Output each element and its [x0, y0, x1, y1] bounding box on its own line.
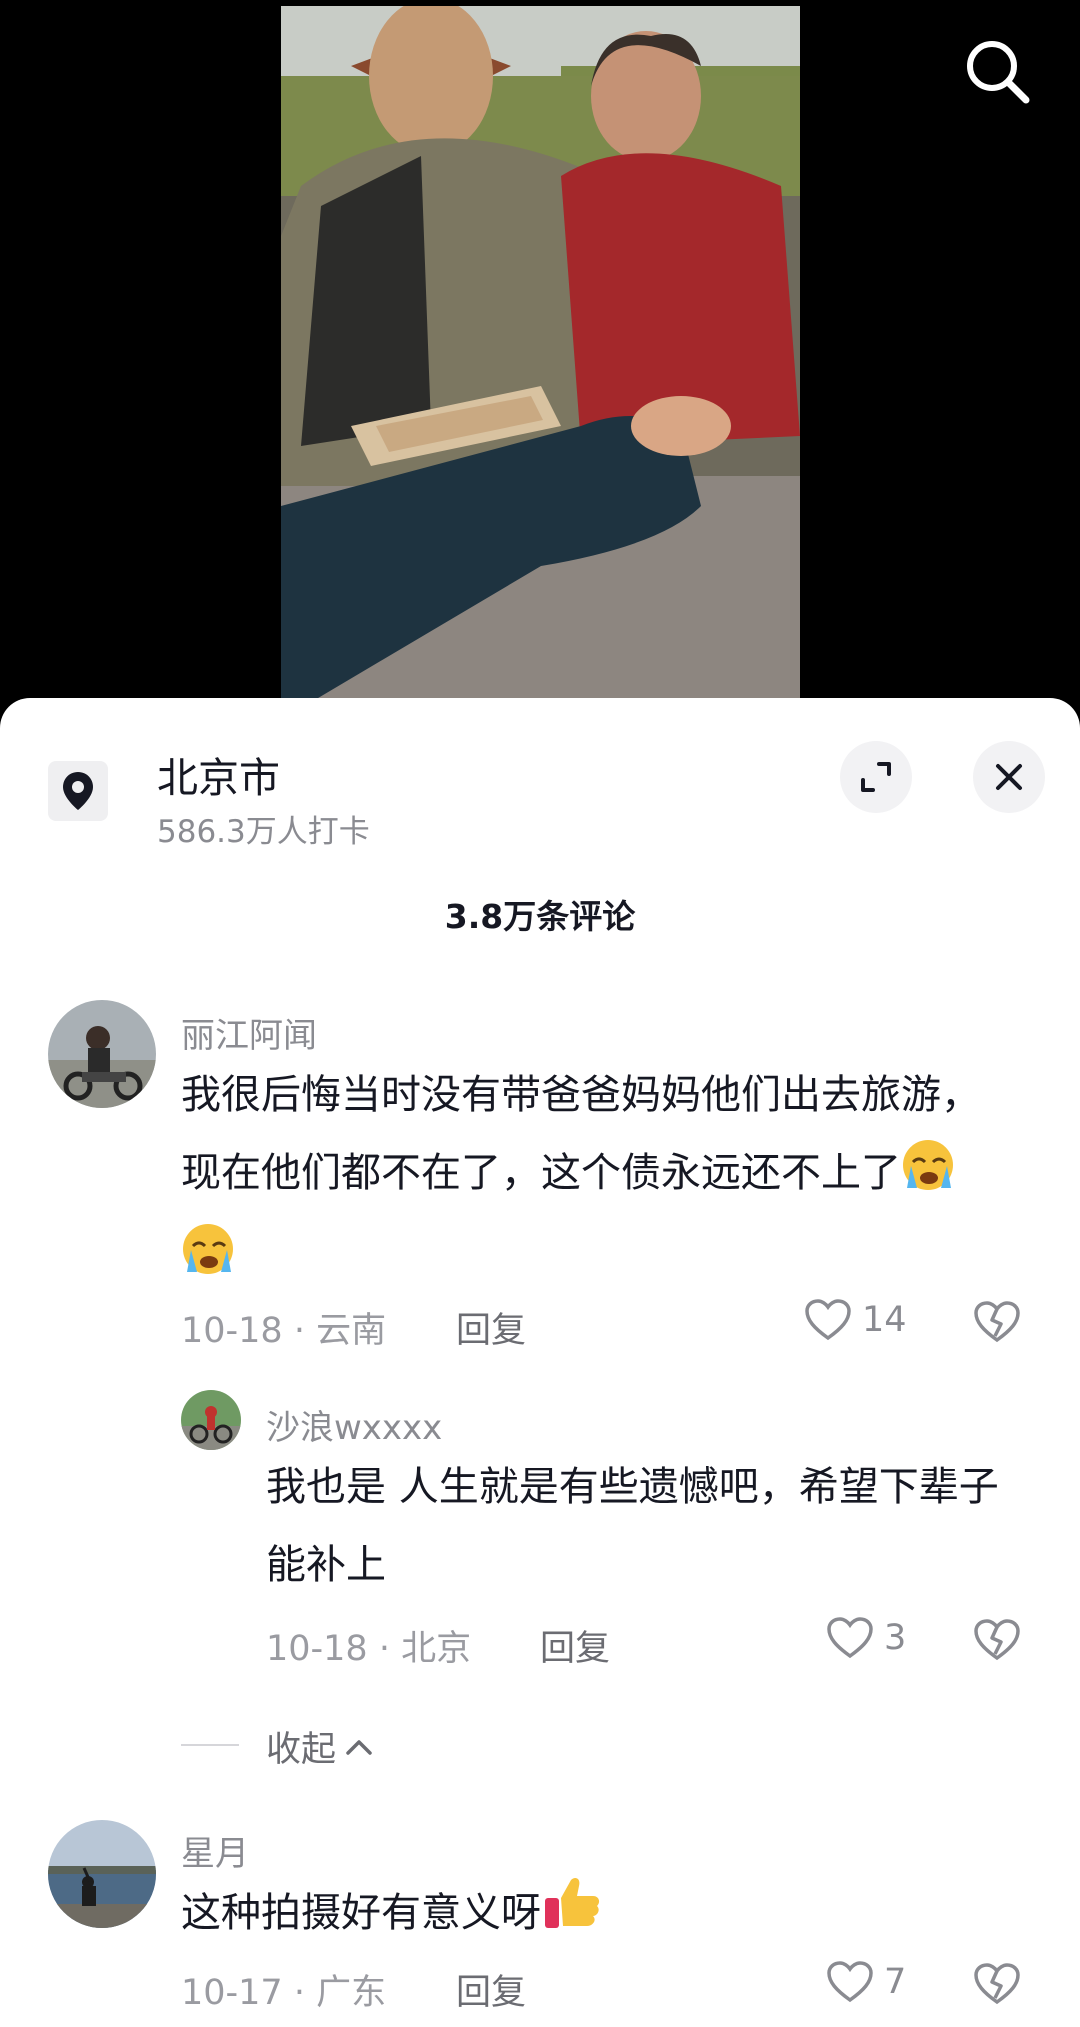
collapse-label: 收起 — [266, 1730, 337, 1770]
dislike-button[interactable] — [973, 1962, 1021, 2010]
comment-meta: 10-18 · 北京 — [266, 1629, 472, 1669]
search-icon — [967, 41, 1030, 104]
reply-button[interactable]: 回复 — [540, 1620, 610, 1671]
video-player[interactable] — [0, 0, 1080, 720]
comment-text: 我也是 人生就是有些遗憾吧，希望下辈子能补上 — [266, 1464, 999, 1588]
avatar[interactable] — [48, 1000, 156, 1108]
location-badge[interactable] — [48, 761, 108, 821]
like-count: 14 — [862, 1300, 907, 1340]
comment-text: 这种拍摄好有意义呀 — [181, 1874, 1011, 1958]
broken-heart-icon — [974, 1301, 1020, 1343]
close-button[interactable] — [973, 741, 1045, 813]
thumbs-up-emoji — [541, 1874, 603, 1958]
avatar-image — [48, 1000, 156, 1108]
comment-username[interactable]: 沙浪wxxxx — [266, 1400, 442, 1449]
avatar-image — [48, 1820, 156, 1928]
location-pin-icon — [63, 772, 93, 810]
like-count: 7 — [884, 1962, 907, 2002]
comments-sheet: 北京市 586.3万人打卡 3.8万条评论 丽江阿闻 我很后悔当时没有带爸爸妈妈… — [0, 698, 1080, 2027]
expand-icon — [861, 762, 891, 792]
heart-icon — [827, 1961, 873, 2003]
crying-face-emoji — [901, 1138, 961, 1218]
chevron-up-icon — [346, 1739, 372, 1755]
like-button[interactable]: 7 — [826, 1960, 906, 2004]
like-button[interactable]: 3 — [826, 1616, 906, 1660]
dislike-button[interactable] — [973, 1300, 1021, 1348]
location-name[interactable]: 北京市 — [157, 744, 280, 804]
broken-heart-icon — [974, 1963, 1020, 2005]
comment-text: 我很后悔当时没有带爸爸妈妈他们出去旅游，现在他们都不在了，这个债永远还不上了 — [181, 1056, 1011, 1302]
comment-text-body: 这种拍摄好有意义呀 — [181, 1890, 541, 1936]
comment-username[interactable]: 星月 — [181, 1826, 249, 1875]
comment-meta: 10-18 · 云南 — [181, 1311, 387, 1351]
heart-icon — [827, 1617, 873, 1659]
avatar[interactable] — [48, 1820, 156, 1928]
comment-count-title: 3.8万条评论 — [444, 897, 636, 936]
expand-button[interactable] — [840, 741, 912, 813]
avatar-image — [181, 1390, 241, 1450]
comment-username[interactable]: 丽江阿闻 — [181, 1008, 317, 1057]
video-scene-image — [281, 6, 800, 720]
crying-face-emoji — [181, 1222, 241, 1302]
comment-text-body: 我很后悔当时没有带爸爸妈妈他们出去旅游，现在他们都不在了，这个债永远还不上了 — [181, 1072, 981, 1196]
heart-icon — [805, 1299, 851, 1341]
dislike-button[interactable] — [973, 1618, 1021, 1666]
reply-button[interactable]: 回复 — [456, 1302, 526, 1353]
location-checkins: 586.3万人打卡 — [157, 814, 370, 850]
collapse-divider — [181, 1744, 239, 1746]
search-button[interactable] — [962, 36, 1032, 106]
reply-button[interactable]: 回复 — [456, 1964, 526, 2015]
like-button[interactable]: 14 — [804, 1298, 907, 1342]
like-count: 3 — [884, 1618, 907, 1658]
collapse-replies-button[interactable]: 收起 — [266, 1721, 376, 1772]
comment-meta: 10-17 · 广东 — [181, 1973, 387, 2013]
close-icon — [996, 764, 1022, 790]
broken-heart-icon — [974, 1619, 1020, 1661]
avatar[interactable] — [181, 1390, 241, 1450]
video-frame[interactable] — [281, 6, 800, 720]
